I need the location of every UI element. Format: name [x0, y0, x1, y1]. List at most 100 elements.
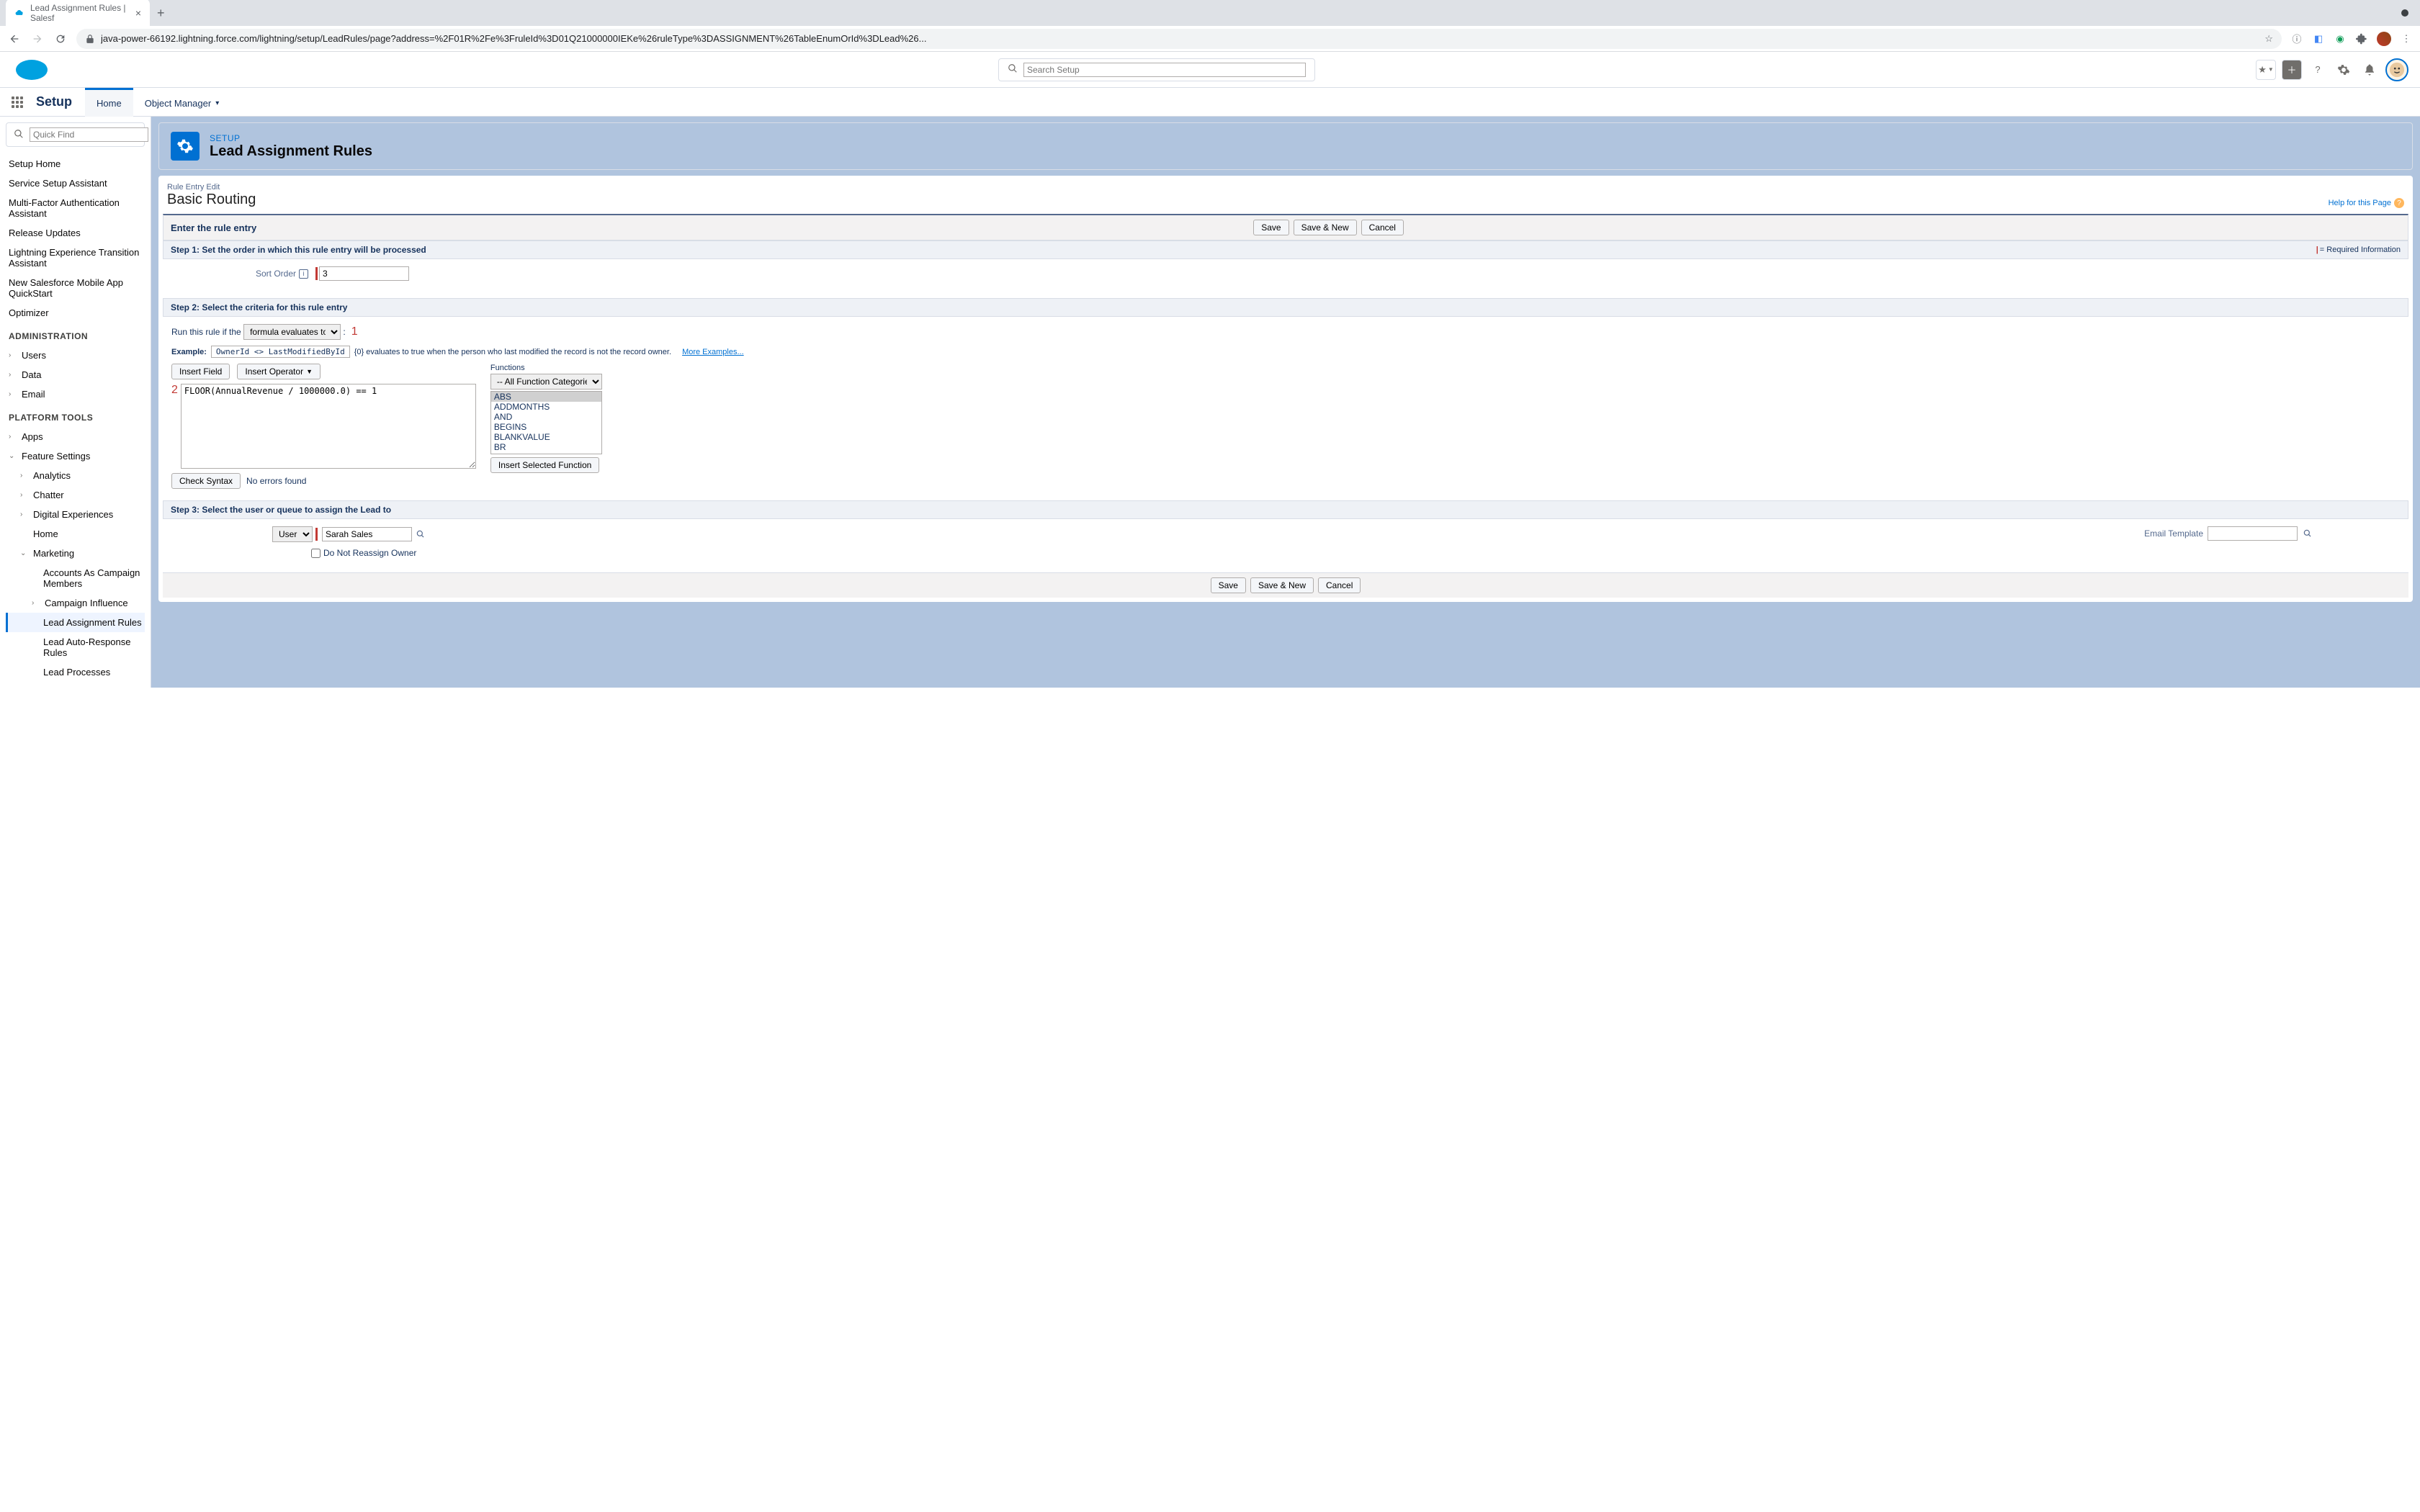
sidebar-item-optimizer[interactable]: Optimizer	[6, 303, 145, 323]
function-item[interactable]: ADDMONTHS	[491, 402, 601, 412]
browser-tab[interactable]: Lead Assignment Rules | Salesf ×	[6, 0, 150, 27]
favorites-button[interactable]: ★▼	[2256, 60, 2276, 80]
help-link[interactable]: Help for this Page ?	[2329, 198, 2404, 208]
quick-find-input[interactable]	[30, 127, 148, 142]
notifications-icon[interactable]	[2360, 60, 2380, 80]
chevron-right-icon: ›	[20, 472, 29, 480]
tab-object-manager[interactable]: Object Manager▾	[133, 88, 231, 117]
user-avatar[interactable]	[2385, 58, 2408, 81]
sidebar-item-campaign-influence[interactable]: ›Campaign Influence	[6, 593, 145, 613]
sidebar-item-marketing[interactable]: ⌄Marketing	[6, 544, 145, 563]
search-input[interactable]	[1023, 63, 1306, 77]
forward-button[interactable]	[30, 32, 45, 46]
quick-find[interactable]	[6, 122, 145, 147]
lookup-icon[interactable]	[415, 528, 426, 540]
insert-field-button[interactable]: Insert Field	[171, 364, 230, 379]
required-bar-icon	[315, 267, 318, 280]
functions-label: Functions	[490, 364, 602, 372]
lock-icon	[85, 34, 95, 44]
check-syntax-button[interactable]: Check Syntax	[171, 473, 241, 489]
function-item[interactable]: BLANKVALUE	[491, 432, 601, 442]
sidebar-item-home[interactable]: Home	[6, 524, 145, 544]
section-bar-enter-rule: Enter the rule entry Save Save & New Can…	[163, 214, 2408, 240]
info-icon[interactable]: i	[299, 269, 308, 279]
sidebar: Setup Home Service Setup Assistant Multi…	[0, 117, 151, 688]
cancel-button[interactable]: Cancel	[1361, 220, 1404, 235]
profile-avatar-icon[interactable]	[2377, 32, 2391, 46]
sidebar-item-mfa[interactable]: Multi-Factor Authentication Assistant	[6, 193, 145, 223]
info-ext-icon[interactable]: ⓘ	[2290, 32, 2303, 45]
chevron-down-icon: ▾	[215, 99, 219, 107]
help-icon[interactable]: ?	[2308, 60, 2328, 80]
salesforce-logo[interactable]	[14, 58, 49, 81]
extensions-icon[interactable]	[2355, 32, 2368, 45]
insert-function-button[interactable]: Insert Selected Function	[490, 457, 599, 473]
star-icon[interactable]: ☆	[2264, 33, 2273, 45]
page-eyebrow: SETUP	[210, 133, 372, 143]
step2-bar: Step 2: Select the criteria for this rul…	[163, 298, 2408, 317]
chevron-down-icon: ⌄	[20, 549, 29, 557]
syntax-result: No errors found	[246, 476, 306, 486]
more-examples-link[interactable]: More Examples...	[682, 348, 744, 356]
ext-icon-2[interactable]: ◉	[2334, 32, 2347, 45]
sort-order-input[interactable]	[319, 266, 409, 281]
chevron-down-icon: ⌄	[9, 452, 17, 460]
save-new-button-bottom[interactable]: Save & New	[1250, 577, 1314, 593]
app-launcher-icon[interactable]	[6, 91, 29, 114]
menu-icon[interactable]: ⋮	[2400, 32, 2413, 45]
reassign-checkbox[interactable]	[311, 549, 321, 558]
function-item[interactable]: BEGINS	[491, 422, 601, 432]
step3-bar: Step 3: Select the user or queue to assi…	[163, 500, 2408, 519]
global-actions-button[interactable]: ＋	[2282, 60, 2302, 80]
assignee-input[interactable]	[322, 527, 412, 541]
sidebar-item-setup-home[interactable]: Setup Home	[6, 154, 145, 174]
function-item[interactable]: BR	[491, 442, 601, 452]
incognito-icon	[2401, 9, 2408, 17]
sidebar-item-users[interactable]: ›Users	[6, 346, 145, 365]
email-template-label: Email Template	[2144, 528, 2203, 539]
back-button[interactable]	[7, 32, 22, 46]
function-item[interactable]: ABS	[491, 392, 601, 402]
sidebar-item-analytics[interactable]: ›Analytics	[6, 466, 145, 485]
formula-textarea[interactable]	[181, 384, 476, 469]
sidebar-item-lead-processes[interactable]: Lead Processes	[6, 662, 145, 682]
close-icon[interactable]: ×	[135, 7, 141, 19]
sidebar-item-email[interactable]: ›Email	[6, 384, 145, 404]
sidebar-item-lead-assignment[interactable]: Lead Assignment Rules	[6, 613, 145, 632]
criteria-select[interactable]: formula evaluates to true	[243, 324, 341, 340]
insert-operator-button[interactable]: Insert Operator▼	[237, 364, 321, 379]
sidebar-item-mobile[interactable]: New Salesforce Mobile App QuickStart	[6, 273, 145, 303]
global-search[interactable]	[998, 58, 1315, 81]
sidebar-item-digital[interactable]: ›Digital Experiences	[6, 505, 145, 524]
sidebar-item-lex[interactable]: Lightning Experience Transition Assistan…	[6, 243, 145, 273]
annotation-2: 2	[171, 384, 178, 397]
sidebar-item-feature[interactable]: ⌄Feature Settings	[6, 446, 145, 466]
save-button[interactable]: Save	[1253, 220, 1289, 235]
chevron-down-icon: ▼	[306, 368, 313, 375]
setup-gear-icon[interactable]	[2334, 60, 2354, 80]
cloud-icon	[14, 7, 24, 19]
sidebar-item-lead-auto[interactable]: Lead Auto-Response Rules	[6, 632, 145, 662]
sidebar-item-apps[interactable]: ›Apps	[6, 427, 145, 446]
cancel-button-bottom[interactable]: Cancel	[1318, 577, 1361, 593]
ext-icon-1[interactable]: ◧	[2312, 32, 2325, 45]
tab-home[interactable]: Home	[85, 88, 133, 117]
reload-button[interactable]	[53, 32, 68, 46]
save-button-bottom[interactable]: Save	[1211, 577, 1246, 593]
assign-type-select[interactable]: User	[272, 526, 313, 542]
url-bar[interactable]: java-power-66192.lightning.force.com/lig…	[76, 29, 2282, 49]
new-tab-button[interactable]: +	[154, 3, 168, 24]
save-new-button[interactable]: Save & New	[1294, 220, 1357, 235]
sidebar-item-chatter[interactable]: ›Chatter	[6, 485, 145, 505]
sidebar-item-service-setup[interactable]: Service Setup Assistant	[6, 174, 145, 193]
sidebar-item-accounts-campaign[interactable]: Accounts As Campaign Members	[6, 563, 145, 593]
email-template-input[interactable]	[2208, 526, 2298, 541]
lookup-icon[interactable]	[2302, 528, 2313, 539]
function-item[interactable]: AND	[491, 412, 601, 422]
page-header: SETUP Lead Assignment Rules	[158, 122, 2413, 170]
function-list[interactable]: ABS ADDMONTHS AND BEGINS BLANKVALUE BR	[490, 391, 602, 454]
sidebar-item-data[interactable]: ›Data	[6, 365, 145, 384]
function-category-select[interactable]: -- All Function Categories --	[490, 374, 602, 390]
sidebar-section-admin: ADMINISTRATION	[6, 323, 145, 346]
sidebar-item-release[interactable]: Release Updates	[6, 223, 145, 243]
